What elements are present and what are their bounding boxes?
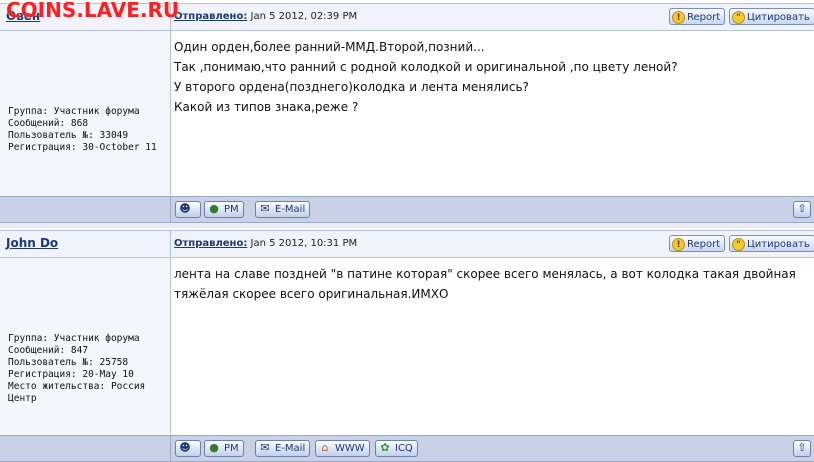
message-line: тяжёлая скорее всего оригинальная.ИМХО: [174, 287, 449, 301]
user-profile-icon: ☻: [179, 202, 191, 215]
report-label: Report: [687, 12, 721, 23]
message-line: лента на славе поздней "в патине которая…: [174, 267, 796, 281]
divider: [170, 197, 171, 222]
pm-button[interactable]: ● PM: [204, 201, 244, 218]
quote-label: Цитировать: [747, 12, 810, 23]
post-date: Отправлено: Jan 5 2012, 10:31 PM: [174, 238, 357, 249]
author-user-number: Пользователь №: 33049: [8, 130, 129, 141]
post-footer: ☻ ● PM ✉ E-Mail ⌂ WWW ✿ ICQ ⇧: [0, 435, 814, 462]
scroll-top-button[interactable]: ⇧: [793, 440, 811, 457]
icq-button[interactable]: ✿ ICQ: [375, 440, 418, 457]
users-icon: ●: [209, 441, 219, 454]
post-header: John Do Отправлено: Jan 5 2012, 10:31 PM…: [0, 230, 814, 258]
post-date: Отправлено: Jan 5 2012, 02:39 PM: [174, 11, 357, 22]
site-watermark: COINS.LAVE.RU: [6, 0, 180, 22]
divider: [170, 436, 171, 461]
quote-button[interactable]: " Цитировать: [729, 8, 814, 25]
sent-label[interactable]: Отправлено:: [174, 11, 247, 22]
post-date-value: Jan 5 2012, 02:39 PM: [250, 11, 358, 22]
report-label: Report: [687, 239, 721, 250]
author-user-number: Пользователь №: 25758: [8, 357, 129, 368]
quote-icon: ": [732, 237, 745, 251]
profile-button[interactable]: ☻: [175, 201, 201, 218]
pm-label: PM: [224, 443, 239, 454]
arrow-up-icon: ⇧: [797, 202, 807, 215]
sent-label[interactable]: Отправлено:: [174, 238, 247, 249]
author-post-count: Сообщений: 847: [8, 345, 89, 356]
icq-label: ICQ: [395, 443, 413, 454]
www-button[interactable]: ⌂ WWW: [315, 440, 370, 457]
arrow-up-icon: ⇧: [797, 441, 807, 454]
exclamation-icon: !: [672, 10, 685, 24]
author-sidebar: Группа: Участник форума Сообщений: 868 П…: [0, 31, 171, 195]
quote-button[interactable]: " Цитировать: [729, 235, 814, 252]
post-message: Один орден,более ранний-ММД.Второй,позни…: [174, 37, 678, 117]
exclamation-icon: !: [672, 237, 685, 251]
quote-icon: ": [732, 10, 745, 24]
divider: [170, 231, 171, 257]
www-label: WWW: [335, 443, 365, 454]
envelope-icon: ✉: [260, 202, 270, 215]
email-button[interactable]: ✉ E-Mail: [255, 440, 311, 457]
profile-button[interactable]: ☻: [175, 440, 201, 457]
message-line: Один орден,более ранний-ММД.Второй,позни…: [174, 40, 485, 54]
pm-label: PM: [224, 204, 239, 215]
post-date-value: Jan 5 2012, 10:31 PM: [250, 238, 358, 249]
author-registered: Регистрация: 20-May 10: [8, 369, 134, 380]
author-location: Место жительства: Россия: [8, 381, 146, 392]
author-location-cont: Центр: [8, 393, 37, 404]
author-sidebar: Группа: Участник форума Сообщений: 847 П…: [0, 258, 171, 434]
email-button[interactable]: ✉ E-Mail: [255, 201, 311, 218]
users-icon: ●: [209, 202, 219, 215]
post-footer: ☻ ● PM ✉ E-Mail ⇧: [0, 196, 814, 223]
author-group: Группа: Участник форума: [8, 106, 140, 117]
home-icon: ⌂: [321, 441, 329, 454]
icq-flower-icon: ✿: [380, 441, 390, 454]
post-message: лента на славе поздней "в патине которая…: [174, 264, 796, 304]
message-line: У второго ордена(позднего)колодка и лент…: [174, 80, 529, 94]
email-label: E-Mail: [275, 443, 306, 454]
envelope-icon: ✉: [260, 441, 270, 454]
message-line: Так ,понимаю,что ранний с родной колодко…: [174, 60, 678, 74]
author-registered: Регистрация: 30-October 11: [8, 142, 157, 153]
author-info: Группа: Участник форума Сообщений: 847 П…: [8, 333, 145, 405]
author-group: Группа: Участник форума: [8, 333, 140, 344]
scroll-top-button[interactable]: ⇧: [793, 201, 811, 218]
post-body: Группа: Участник форума Сообщений: 847 П…: [0, 258, 814, 434]
author-info: Группа: Участник форума Сообщений: 868 П…: [8, 106, 157, 154]
author-post-count: Сообщений: 868: [8, 118, 89, 129]
post-body: Группа: Участник форума Сообщений: 868 П…: [0, 31, 814, 195]
report-button[interactable]: ! Report: [669, 8, 726, 25]
pm-button[interactable]: ● PM: [204, 440, 244, 457]
message-line: Какой из типов знака,реже ?: [174, 100, 359, 114]
report-button[interactable]: ! Report: [669, 235, 726, 252]
quote-label: Цитировать: [747, 239, 810, 250]
user-profile-icon: ☻: [179, 441, 191, 454]
post-author-link[interactable]: John Do: [6, 236, 58, 250]
post-separator: [0, 223, 814, 228]
email-label: E-Mail: [275, 204, 306, 215]
